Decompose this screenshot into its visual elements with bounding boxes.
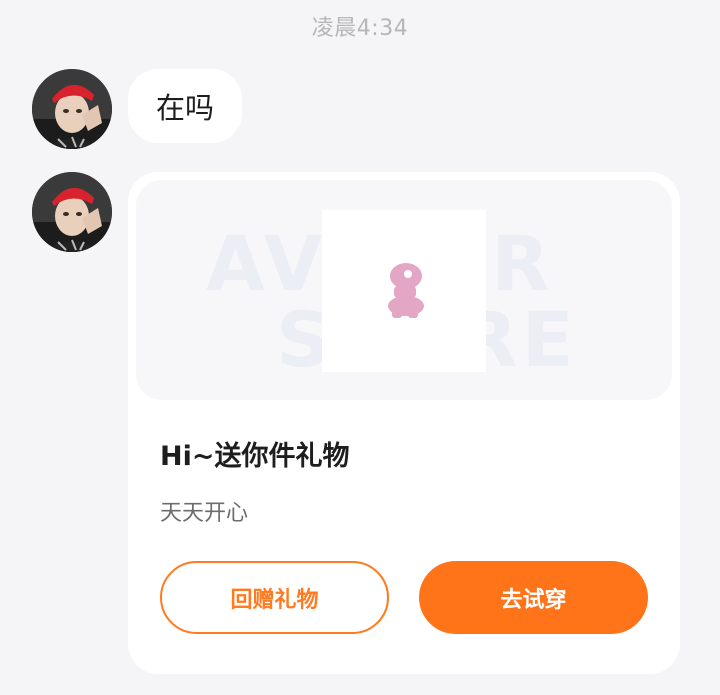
gift-message: 天天开心 [160,501,249,526]
return-gift-button[interactable]: 回赠礼物 [160,561,389,634]
gift-banner: AVATAR STORE [136,180,672,400]
chat-screen: 凌晨4:34 在吗 Hi~送你件礼物 天天开心 回赠礼物 去试穿 [0,0,720,695]
message-timestamp: 凌晨4:34 [311,16,409,41]
gift-preview-image[interactable] [322,210,486,372]
pink-figure-gift-icon [388,263,424,318]
text-message-bubble[interactable]: 在吗 [128,69,243,143]
avatar-photo-icon [32,69,112,149]
avatar-photo-icon [32,172,112,252]
sender-avatar[interactable] [32,69,112,149]
sender-avatar[interactable] [32,172,112,252]
gift-card[interactable]: AVATAR STORE Hi~送你件礼物 天天开心 回赠礼物 去试穿 [128,172,680,674]
gift-title: Hi~送你件礼物 [160,441,350,472]
try-on-button[interactable]: 去试穿 [419,561,648,634]
